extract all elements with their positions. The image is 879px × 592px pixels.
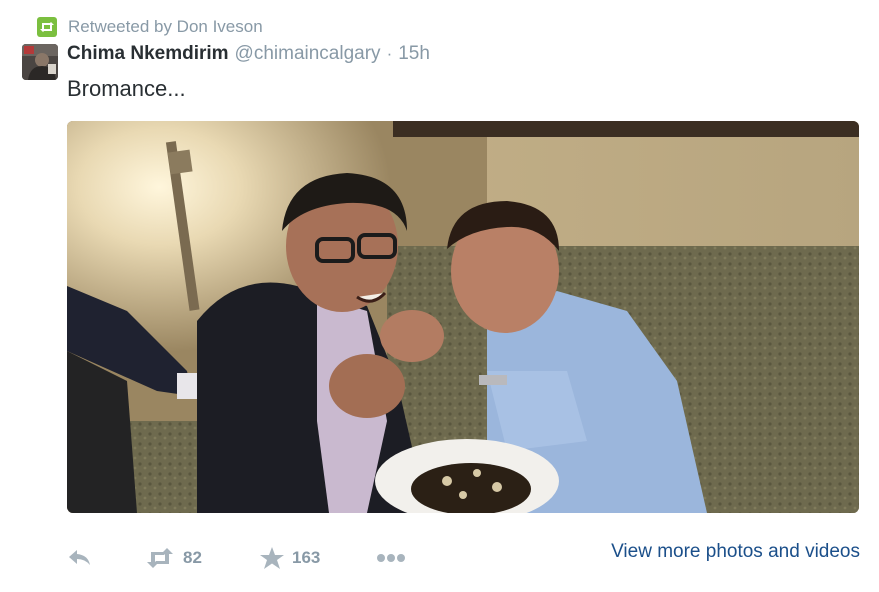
photo-illustration bbox=[67, 121, 859, 513]
author-username[interactable]: @chimaincalgary bbox=[235, 43, 381, 65]
header-separator: · bbox=[386, 44, 393, 63]
favorite-button[interactable]: 163 bbox=[260, 540, 320, 576]
retweet-badge bbox=[37, 17, 57, 37]
more-button[interactable] bbox=[376, 540, 406, 576]
retweet-context: Retweeted by Don Iveson bbox=[37, 16, 263, 38]
star-icon bbox=[260, 547, 284, 569]
reply-icon bbox=[69, 550, 90, 565]
retweet-icon bbox=[40, 22, 54, 32]
more-icon bbox=[377, 554, 405, 562]
tweet-timestamp[interactable]: 15h bbox=[398, 43, 430, 65]
retweet-icon bbox=[147, 548, 173, 568]
retweet-count: 82 bbox=[183, 548, 202, 567]
tweet: Retweeted by Don Iveson Chima Nkemdirim … bbox=[0, 0, 879, 592]
view-more-link[interactable]: View more photos and videos bbox=[611, 541, 860, 563]
tweet-text: Bromance... bbox=[67, 76, 186, 101]
reply-button[interactable] bbox=[67, 540, 93, 576]
retweeted-by-text[interactable]: Retweeted by Don Iveson bbox=[68, 17, 263, 37]
avatar[interactable] bbox=[22, 44, 58, 80]
favorite-count: 163 bbox=[292, 548, 321, 567]
author-fullname[interactable]: Chima Nkemdirim bbox=[67, 43, 229, 65]
retweet-button[interactable]: 82 bbox=[145, 540, 202, 576]
tweet-photo[interactable] bbox=[67, 121, 859, 513]
tweet-header: Chima Nkemdirim @chimaincalgary · 15h bbox=[67, 43, 430, 69]
